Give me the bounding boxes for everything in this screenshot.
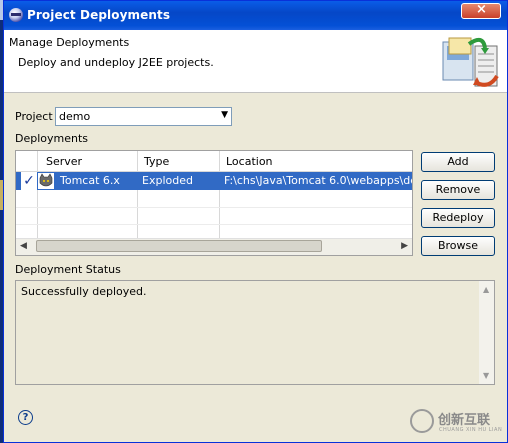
column-header-location[interactable]: Location: [226, 155, 273, 168]
title-bar[interactable]: Project Deployments ×: [4, 1, 507, 30]
watermark-text: 创新互联: [438, 413, 491, 428]
dialog-header: Manage Deployments Deploy and undeploy J…: [4, 30, 507, 93]
browse-button[interactable]: Browse: [421, 236, 495, 256]
scroll-right-icon[interactable]: ▶: [401, 241, 408, 251]
table-header: Server Type Location: [16, 151, 412, 172]
chevron-down-icon[interactable]: ▼: [221, 110, 228, 120]
cell-type: Exploded: [142, 174, 193, 187]
project-select[interactable]: demo ▼: [55, 107, 232, 126]
deployments-label: Deployments: [15, 132, 89, 145]
horizontal-scrollbar[interactable]: ◀ ▶: [16, 238, 412, 255]
header-description: Deploy and undeploy J2EE projects.: [18, 56, 214, 69]
add-button[interactable]: Add: [421, 152, 495, 172]
deploy-server-icon: [442, 37, 499, 87]
column-divider: [137, 151, 138, 239]
scroll-down-icon[interactable]: ▼: [483, 371, 489, 380]
vertical-scrollbar[interactable]: ▲ ▼: [479, 281, 494, 384]
scrollbar-thumb[interactable]: [36, 240, 322, 252]
watermark-icon: [410, 409, 434, 433]
cell-server: Tomcat 6.x: [60, 174, 120, 187]
status-label: Deployment Status: [15, 263, 121, 276]
deployments-dialog: Project Deployments × Manage Deployments…: [3, 0, 508, 443]
status-message: Successfully deployed.: [21, 285, 147, 298]
scroll-up-icon[interactable]: ▲: [483, 285, 489, 294]
close-icon: ×: [476, 2, 487, 17]
redeploy-button[interactable]: Redeploy: [421, 208, 495, 228]
deployments-table[interactable]: Server Type Location ✓ Tomcat 6.x Explod…: [15, 150, 413, 256]
deployed-check-icon: ✓: [21, 172, 37, 190]
window-title: Project Deployments: [27, 8, 171, 22]
watermark-subtext: CHUANG XIN HU LIAN: [439, 427, 503, 433]
table-row[interactable]: ✓ Tomcat 6.x Exploded F:\chs\Java\Tomcat…: [16, 172, 412, 190]
scroll-left-icon[interactable]: ◀: [20, 241, 27, 251]
project-label: Project: [15, 110, 53, 123]
row-divider: [16, 207, 412, 208]
close-button[interactable]: ×: [461, 2, 501, 19]
row-divider: [16, 224, 412, 225]
column-divider: [37, 151, 38, 239]
cell-location: F:\chs\Java\Tomcat 6.0\webapps\demo: [224, 174, 412, 187]
project-select-value: demo: [59, 110, 91, 123]
tomcat-icon: [38, 173, 54, 189]
column-header-type[interactable]: Type: [144, 155, 169, 168]
column-header-server[interactable]: Server: [46, 155, 82, 168]
watermark-logo: 创新互联 CHUANG XIN HU LIAN: [410, 407, 508, 439]
header-title: Manage Deployments: [9, 36, 130, 49]
help-icon[interactable]: ?: [18, 410, 33, 425]
status-text-area[interactable]: Successfully deployed. ▲ ▼: [15, 280, 495, 385]
remove-button[interactable]: Remove: [421, 180, 495, 200]
column-divider: [219, 151, 220, 239]
eclipse-icon: [9, 8, 23, 22]
